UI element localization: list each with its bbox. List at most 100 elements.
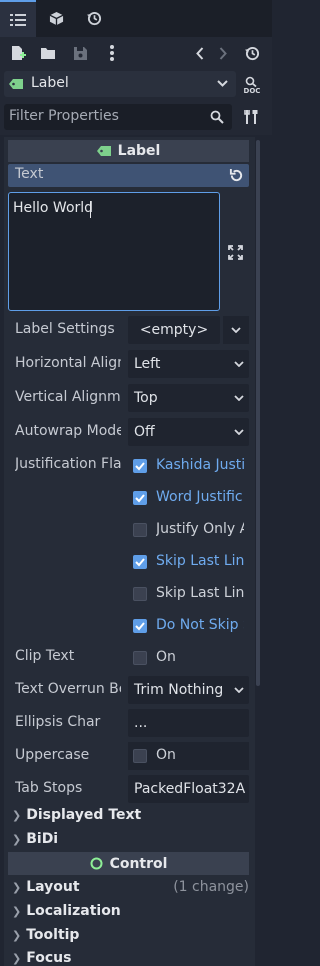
new-file-icon <box>11 46 26 60</box>
displayed-text-group[interactable]: ❯ Displayed Text <box>12 807 141 823</box>
justification-flag-label: Justify Only A <box>156 521 244 537</box>
justification-flag-checkbox[interactable]: Skip Last Lin <box>128 580 249 608</box>
doc-label: DOC <box>243 86 261 95</box>
inspector-scrollbar[interactable] <box>256 140 260 686</box>
label-settings-text: <empty> <box>139 322 209 338</box>
localization-group[interactable]: ❯ Localization <box>12 903 121 919</box>
open-documentation-button[interactable]: DOC <box>240 73 264 97</box>
label-node-icon <box>96 146 111 156</box>
search-icon <box>210 110 224 124</box>
ellipsis-char-label: Ellipsis Char <box>15 714 101 730</box>
horizontal-align-select[interactable]: Left <box>128 350 249 378</box>
label-section-header[interactable]: Label <box>8 140 249 162</box>
uppercase-label: Uppercase <box>15 747 90 763</box>
text-value: Hello World <box>13 200 94 216</box>
justification-flag-checkbox[interactable]: Skip Last Lin <box>128 548 249 576</box>
uppercase-check <box>133 749 147 763</box>
label-settings-value[interactable]: <empty> <box>128 316 220 344</box>
vertical-align-value: Top <box>134 390 158 406</box>
checkbox-unchecked-icon <box>133 523 147 537</box>
inspector-tab[interactable] <box>0 0 36 37</box>
justification-flag-checkbox[interactable]: Word Justific <box>128 484 249 512</box>
more-options-button[interactable] <box>104 43 120 63</box>
chevron-down-icon <box>234 395 244 401</box>
chevron-right-icon: ❯ <box>12 832 22 846</box>
history-forward-button[interactable] <box>214 43 232 63</box>
chevron-right-icon: ❯ <box>12 880 22 894</box>
chevron-right-icon: ❯ <box>12 951 22 965</box>
new-resource-button[interactable] <box>8 43 28 63</box>
label-node-icon <box>9 79 23 89</box>
text-overrun-value: Trim Nothing <box>134 682 224 698</box>
autowrap-mode-label: Autowrap Mode <box>15 423 121 439</box>
layout-group[interactable]: ❯ Layout (1 change) <box>12 879 249 895</box>
text-editor[interactable]: Hello World <box>8 192 220 311</box>
justification-flag-label: Kashida Justi <box>156 457 244 473</box>
checkbox-checked-icon <box>133 491 147 505</box>
uppercase-checkbox[interactable]: On <box>128 742 249 770</box>
chevron-right-icon: ❯ <box>12 904 22 918</box>
text-overrun-select[interactable]: Trim Nothing <box>128 676 249 704</box>
horizontal-align-label: Horizontal Align <box>15 355 121 371</box>
chevron-down-icon <box>234 429 244 435</box>
load-resource-button[interactable] <box>38 43 58 63</box>
focus-group[interactable]: ❯ Focus <box>12 950 71 966</box>
clip-text-check <box>133 651 147 665</box>
history-back-button[interactable] <box>191 43 209 63</box>
layout-label: Layout <box>26 879 80 895</box>
save-resource-button[interactable] <box>70 43 90 63</box>
justification-flag-label: Word Justific <box>156 489 243 505</box>
chevron-down-icon <box>217 80 228 87</box>
ellipsis-char-value: ... <box>134 715 148 731</box>
inspector-toolbar <box>0 37 272 68</box>
vertical-align-select[interactable]: Top <box>128 384 249 412</box>
justification-flag-label: Skip Last Lin <box>156 585 244 601</box>
inspector-settings-button[interactable] <box>240 105 262 129</box>
text-property-label: Text <box>15 166 44 182</box>
clip-text-checkbox[interactable]: On <box>128 644 249 672</box>
autowrap-mode-select[interactable]: Off <box>128 418 249 446</box>
text-overrun-label: Text Overrun Be <box>15 681 121 697</box>
tab-stops-value[interactable]: PackedFloat32A <box>128 775 249 803</box>
save-icon <box>73 46 87 60</box>
history-icon <box>244 46 259 60</box>
history-icon <box>86 11 101 26</box>
justification-flag-checkbox[interactable]: Justify Only A <box>128 516 249 544</box>
chevron-right-icon <box>219 46 227 60</box>
tooltip-group[interactable]: ❯ Tooltip <box>12 927 79 943</box>
displayed-text-label: Displayed Text <box>26 807 142 823</box>
cube-icon <box>49 11 63 26</box>
chevron-down-icon <box>231 327 241 333</box>
bidi-label: BiDi <box>26 831 59 847</box>
history-tab[interactable] <box>76 0 112 37</box>
bidi-group[interactable]: ❯ BiDi <box>12 831 58 847</box>
clip-text-value: On <box>156 649 176 665</box>
object-history-button[interactable] <box>241 43 263 63</box>
kebab-menu-icon <box>110 45 114 61</box>
tooltip-label: Tooltip <box>26 927 80 943</box>
uppercase-value: On <box>156 747 176 763</box>
expand-text-editor-button[interactable] <box>225 242 245 262</box>
clip-text-label: Clip Text <box>15 648 75 664</box>
text-property-header[interactable]: Text <box>8 164 249 187</box>
tools-icon <box>244 110 258 124</box>
list-icon <box>10 13 26 26</box>
checkbox-unchecked-icon <box>133 587 147 601</box>
label-settings-menu-button[interactable] <box>223 316 249 344</box>
revert-icon[interactable] <box>229 168 244 183</box>
filter-properties-input[interactable]: Filter Properties <box>4 104 232 130</box>
label-settings-label: Label Settings <box>15 321 115 337</box>
control-title: Control <box>109 855 168 872</box>
justification-flag-checkbox[interactable]: Do Not Skip S <box>128 612 249 640</box>
ellipsis-char-input[interactable]: ... <box>128 709 249 737</box>
justification-flag-label: Skip Last Lin <box>156 553 244 569</box>
control-section-header[interactable]: Control <box>8 852 249 875</box>
filter-placeholder: Filter Properties <box>9 108 119 124</box>
checkbox-checked-icon <box>133 619 147 633</box>
text-cursor <box>90 201 91 218</box>
justification-flag-checkbox[interactable]: Kashida Justi <box>128 452 249 480</box>
tab-stops-label: Tab Stops <box>15 780 83 796</box>
node-tab[interactable] <box>38 0 74 37</box>
justification-flag-label: Do Not Skip S <box>156 617 244 633</box>
object-selector[interactable]: Label <box>4 71 236 97</box>
